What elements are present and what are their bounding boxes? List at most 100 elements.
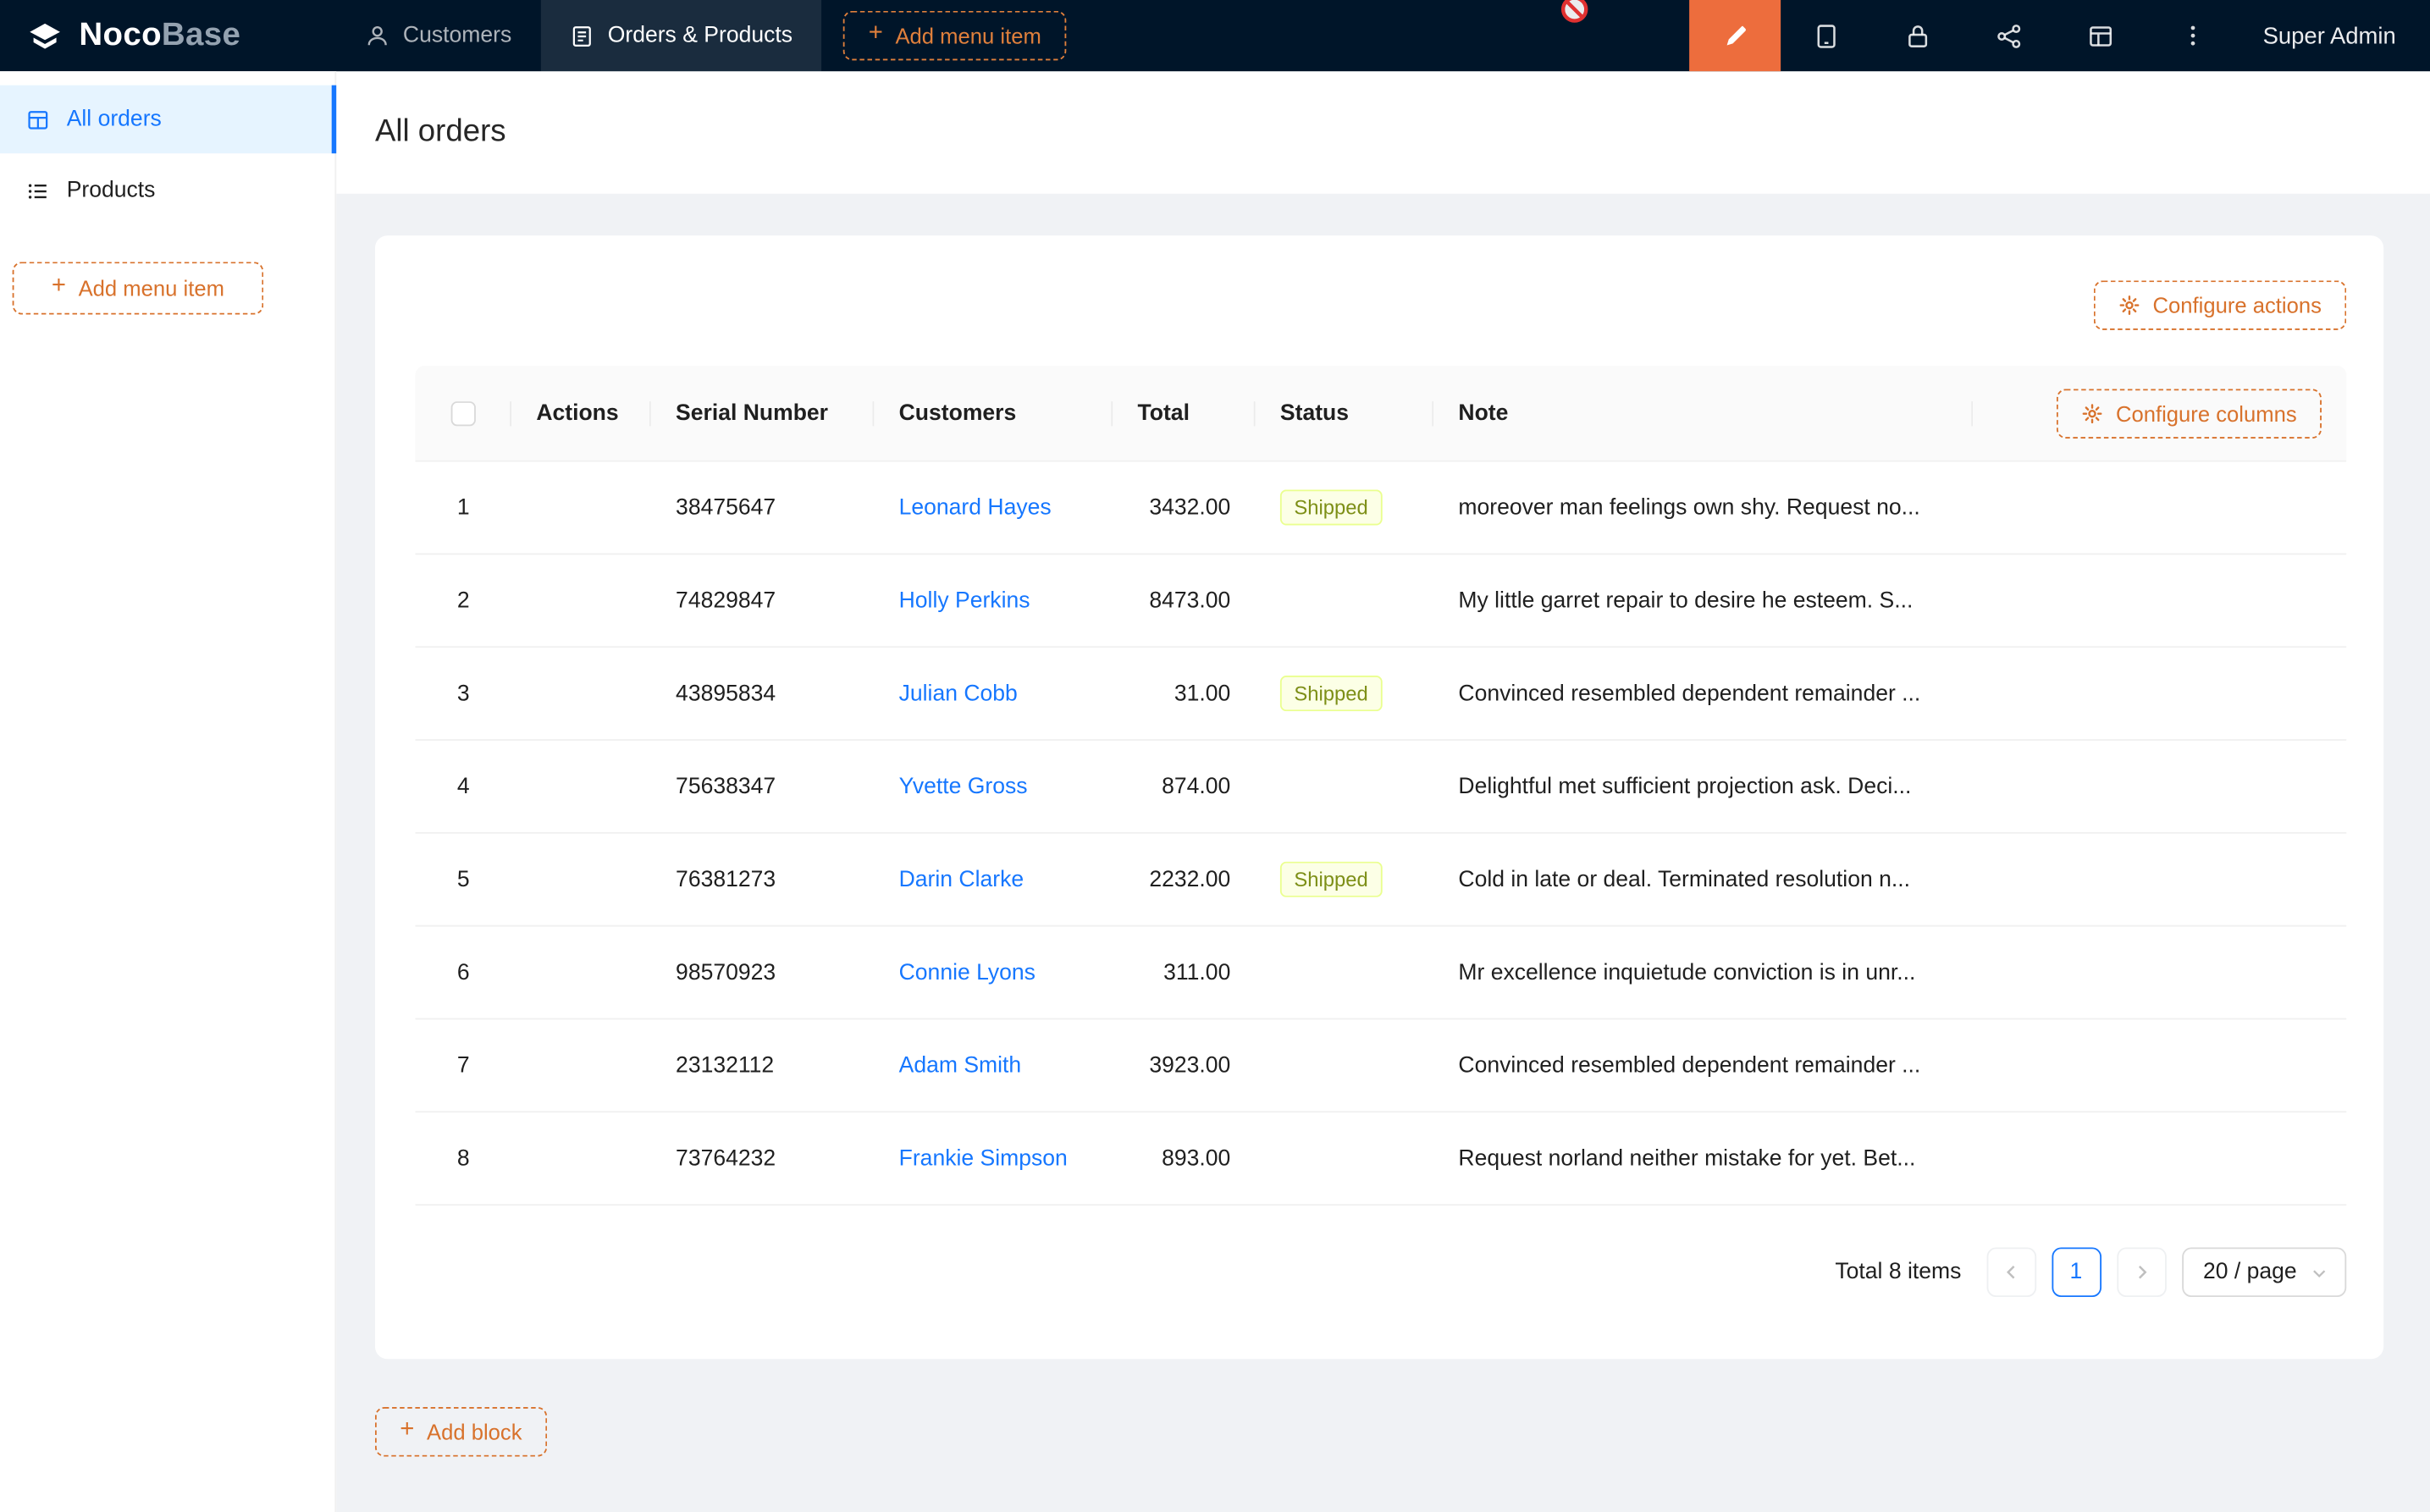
- customer-link[interactable]: Frankie Simpson: [899, 1146, 1068, 1171]
- page-title: All orders: [375, 114, 506, 150]
- sidebar-add-menu-item-button[interactable]: + Add menu item: [13, 262, 264, 314]
- page-content: Configure actions Actions Serial Number …: [336, 194, 2430, 1512]
- pagination-total: Total 8 items: [1835, 1260, 1961, 1284]
- customers-icon: [366, 24, 389, 47]
- mobile-client-button[interactable]: [1781, 0, 1872, 71]
- table-row: 8 73764232 Frankie Simpson 893.00 Reques…: [416, 1112, 2347, 1206]
- pagination-page-1[interactable]: 1: [2052, 1247, 2101, 1297]
- total-cell: 2232.00: [1113, 867, 1255, 891]
- gear-icon: [2118, 295, 2140, 317]
- table-toolbar: Configure actions: [416, 280, 2347, 330]
- ui-editor-button[interactable]: [1689, 0, 1781, 71]
- note-cell: Cold in late or deal. Terminated resolut…: [1433, 867, 1973, 891]
- header-checkbox-cell: [416, 400, 511, 425]
- serial-number-cell: 98570923: [651, 960, 875, 985]
- layout-button[interactable]: [2055, 0, 2146, 71]
- stage: NocoBase Customers O: [0, 0, 2430, 1512]
- table-row: 4 75638347 Yvette Gross 874.00 Delightfu…: [416, 741, 2347, 834]
- nocobase-logo-icon: [25, 15, 65, 56]
- share-nodes-icon: [1996, 23, 2023, 49]
- orders-table: Actions Serial Number Customers Total St…: [416, 366, 2347, 1206]
- sidebar: All orders Products + Add: [0, 71, 336, 1512]
- status-badge: Shipped: [1280, 489, 1382, 525]
- table-body: 1 38475647 Leonard Hayes 3432.00 Shipped…: [416, 461, 2347, 1206]
- total-cell: 3923.00: [1113, 1053, 1255, 1078]
- table-row: 7 23132112 Adam Smith 3923.00 Convinced …: [416, 1019, 2347, 1112]
- note-cell: Mr excellence inquietude conviction is i…: [1433, 960, 1973, 985]
- nav-item-orders-products[interactable]: Orders & Products: [541, 0, 822, 71]
- note-cell: moreover man feelings own shy. Request n…: [1433, 495, 1973, 520]
- total-cell: 893.00: [1113, 1146, 1255, 1171]
- header-config-cell: Configure columns: [1973, 389, 2346, 439]
- customer-link[interactable]: Connie Lyons: [899, 960, 1036, 985]
- security-button[interactable]: [1872, 0, 1963, 71]
- orders-icon: [571, 24, 594, 47]
- plus-icon: +: [869, 22, 883, 47]
- topbar-nav: Customers Orders & Products: [336, 0, 822, 71]
- customer-cell: Connie Lyons: [874, 960, 1113, 985]
- logo-text: NocoBase: [79, 17, 240, 54]
- row-index-cell: 3: [416, 681, 511, 705]
- column-header-serial-number: Serial Number: [651, 400, 875, 425]
- customer-cell: Leonard Hayes: [874, 495, 1113, 520]
- lock-icon: [1905, 23, 1931, 49]
- customer-link[interactable]: Holly Perkins: [899, 588, 1030, 613]
- serial-number-cell: 23132112: [651, 1053, 875, 1078]
- ellipsis-vertical-icon: [2180, 23, 2205, 47]
- serial-number-cell: 74829847: [651, 588, 875, 613]
- page-header: All orders: [336, 71, 2430, 194]
- row-index-cell: 2: [416, 588, 511, 613]
- app-window: NocoBase Customers O: [0, 0, 2430, 1512]
- customer-cell: Darin Clarke: [874, 867, 1113, 891]
- sidebar-item-label: Products: [67, 178, 156, 202]
- tablet-icon: [1814, 23, 1840, 49]
- topbar-add-menu-item-button[interactable]: + Add menu item: [843, 11, 1066, 61]
- total-cell: 8473.00: [1113, 588, 1255, 613]
- user-menu[interactable]: Super Admin: [2238, 0, 2430, 71]
- pagination-prev-button[interactable]: [1986, 1247, 2036, 1297]
- plus-icon: +: [400, 1418, 414, 1443]
- customer-link[interactable]: Leonard Hayes: [899, 495, 1052, 520]
- status-cell: Shipped: [1256, 676, 1433, 711]
- customer-cell: Frankie Simpson: [874, 1146, 1113, 1171]
- api-share-button[interactable]: [1963, 0, 2055, 71]
- row-index-cell: 1: [416, 495, 511, 520]
- column-header-total: Total: [1113, 400, 1255, 425]
- table-row: 1 38475647 Leonard Hayes 3432.00 Shipped…: [416, 461, 2347, 555]
- sidebar-item-all-orders[interactable]: All orders: [0, 86, 334, 154]
- total-cell: 311.00: [1113, 960, 1255, 985]
- table-row: 2 74829847 Holly Perkins 8473.00 My litt…: [416, 555, 2347, 648]
- orders-table-card: Configure actions Actions Serial Number …: [375, 235, 2383, 1359]
- column-header-status: Status: [1256, 400, 1433, 425]
- add-block-button[interactable]: + Add block: [375, 1407, 547, 1457]
- more-menu-button[interactable]: [2146, 0, 2238, 71]
- layout-icon: [2088, 23, 2114, 49]
- row-index-cell: 4: [416, 774, 511, 798]
- nocobase-logo[interactable]: NocoBase: [0, 0, 336, 71]
- main-area: All orders: [336, 71, 2430, 1512]
- nav-item-label: Orders & Products: [608, 23, 793, 47]
- configure-columns-button[interactable]: Configure columns: [2057, 389, 2322, 439]
- row-index-cell: 6: [416, 960, 511, 985]
- note-cell: My little garret repair to desire he est…: [1433, 588, 1973, 613]
- customer-link[interactable]: Darin Clarke: [899, 867, 1024, 891]
- sidebar-item-products[interactable]: Products: [0, 157, 334, 225]
- gear-icon: [2082, 402, 2104, 424]
- customer-cell: Julian Cobb: [874, 681, 1113, 705]
- chevron-down-icon: [2311, 1264, 2328, 1281]
- configure-actions-button[interactable]: Configure actions: [2094, 280, 2346, 330]
- total-cell: 874.00: [1113, 774, 1255, 798]
- customer-link[interactable]: Yvette Gross: [899, 774, 1028, 798]
- note-cell: Convinced resembled dependent remainder …: [1433, 1053, 1973, 1078]
- select-all-checkbox[interactable]: [451, 400, 476, 425]
- customer-link[interactable]: Julian Cobb: [899, 681, 1018, 705]
- page-size-select[interactable]: 20 / page: [2181, 1247, 2346, 1297]
- note-cell: Request norland neither mistake for yet.…: [1433, 1146, 1973, 1171]
- customer-link[interactable]: Adam Smith: [899, 1053, 1022, 1078]
- pagination-next-button[interactable]: [2116, 1247, 2166, 1297]
- table-page-icon: [26, 108, 49, 130]
- serial-number-cell: 38475647: [651, 495, 875, 520]
- customer-cell: Holly Perkins: [874, 588, 1113, 613]
- nav-item-customers[interactable]: Customers: [336, 0, 541, 71]
- customer-cell: Yvette Gross: [874, 774, 1113, 798]
